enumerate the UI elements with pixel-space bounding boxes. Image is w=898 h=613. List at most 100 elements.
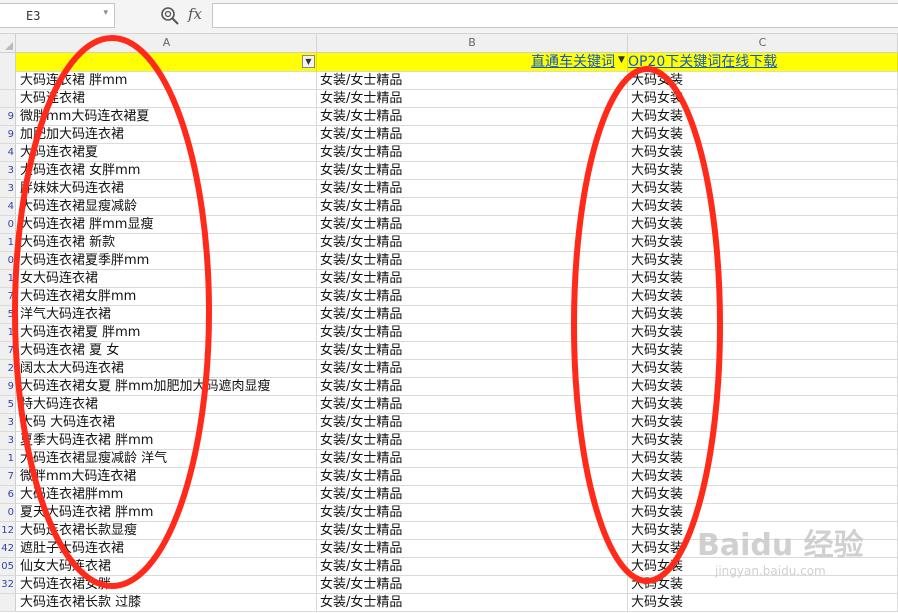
cell-category[interactable]: 女装/女士精品 xyxy=(317,198,628,215)
cell-subcategory[interactable]: 大码女装 xyxy=(628,270,898,287)
row-number[interactable] xyxy=(0,90,16,107)
row-number[interactable] xyxy=(0,53,16,72)
column-header-b[interactable]: B xyxy=(317,34,628,52)
row-number[interactable]: 7 xyxy=(0,342,16,359)
cell-subcategory[interactable]: 大码女装 xyxy=(628,540,898,557)
cell-keyword[interactable]: 大码连衣裙女夏 胖mm加肥加大码遮肉显瘦 xyxy=(17,378,317,395)
filter-dropdown-icon[interactable]: ▼ xyxy=(302,55,315,68)
cell-keyword[interactable]: 阔太太大码连衣裙 xyxy=(17,360,317,377)
cell-keyword[interactable]: 特大码连衣裙 xyxy=(17,396,317,413)
cell-subcategory[interactable]: 大码女装 xyxy=(628,72,898,89)
cell-category[interactable]: 女装/女士精品 xyxy=(317,522,628,539)
cell-subcategory[interactable]: 大码女装 xyxy=(628,378,898,395)
row-number[interactable]: 1 xyxy=(0,234,16,251)
cell-subcategory[interactable]: 大码女装 xyxy=(628,468,898,485)
row-number[interactable]: 6 xyxy=(0,486,16,503)
cell-subcategory[interactable]: 大码女装 xyxy=(628,144,898,161)
cell-category[interactable]: 女装/女士精品 xyxy=(317,72,628,89)
cell-keyword[interactable]: 大码连衣裙 xyxy=(17,90,317,107)
row-number[interactable]: 4 xyxy=(0,144,16,161)
cell-category[interactable]: 女装/女士精品 xyxy=(317,360,628,377)
cell-keyword[interactable]: 大码 大码连衣裙 xyxy=(17,414,317,431)
row-number[interactable]: 5 xyxy=(0,306,16,323)
row-number[interactable]: 3 xyxy=(0,414,16,431)
cell-keyword[interactable]: 女大码连衣裙 xyxy=(17,270,317,287)
cell-category[interactable]: 女装/女士精品 xyxy=(317,180,628,197)
row-number[interactable]: 7 xyxy=(0,468,16,485)
row-number[interactable]: 0 xyxy=(0,252,16,269)
cell-category[interactable]: 女装/女士精品 xyxy=(317,450,628,467)
cell-category[interactable]: 女装/女士精品 xyxy=(317,324,628,341)
cell-keyword[interactable]: 大码连衣裙长款显瘦 xyxy=(17,522,317,539)
cell-keyword[interactable]: 大码连衣裙女胖 xyxy=(17,576,317,593)
cell-subcategory[interactable]: 大码女装 xyxy=(628,234,898,251)
cell-subcategory[interactable]: 大码女装 xyxy=(628,558,898,575)
cell-keyword[interactable]: 大码连衣裙 胖mm显瘦 xyxy=(17,216,317,233)
cell-subcategory[interactable]: 大码女装 xyxy=(628,306,898,323)
row-number[interactable]: 9 xyxy=(0,378,16,395)
cell-keyword[interactable]: 大码连衣裙胖mm xyxy=(17,486,317,503)
row-number[interactable]: 0 xyxy=(0,504,16,521)
cell-keyword[interactable]: 大码连衣裙 夏 女 xyxy=(17,342,317,359)
zoom-icon[interactable] xyxy=(160,6,180,26)
cell-category[interactable]: 女装/女士精品 xyxy=(317,432,628,449)
cell-subcategory[interactable]: 大码女装 xyxy=(628,396,898,413)
cell-category[interactable]: 女装/女士精品 xyxy=(317,234,628,251)
cell-subcategory[interactable]: 大码女装 xyxy=(628,324,898,341)
row-number[interactable]: 32 xyxy=(0,576,16,593)
cell-subcategory[interactable]: 大码女装 xyxy=(628,252,898,269)
cell-subcategory[interactable]: 大码女装 xyxy=(628,360,898,377)
cell-subcategory[interactable]: 大码女装 xyxy=(628,126,898,143)
header-link-b[interactable]: 直通车关键词 xyxy=(531,54,615,70)
filter-dropdown-icon[interactable]: ▼ xyxy=(615,55,628,68)
row-number[interactable]: 12 xyxy=(0,522,16,539)
cell-subcategory[interactable]: 大码女装 xyxy=(628,414,898,431)
cell-subcategory[interactable]: 大码女装 xyxy=(628,432,898,449)
cell-keyword[interactable]: 加肥加大码连衣裙 xyxy=(17,126,317,143)
cell-subcategory[interactable]: 大码女装 xyxy=(628,450,898,467)
cell-keyword[interactable]: 大码连衣裙长款 过膝 xyxy=(17,594,317,611)
cell-subcategory[interactable]: 大码女装 xyxy=(628,576,898,593)
row-number[interactable]: 1 xyxy=(0,270,16,287)
cell-category[interactable]: 女装/女士精品 xyxy=(317,126,628,143)
row-number[interactable]: 7 xyxy=(0,288,16,305)
cell-keyword[interactable]: 大码连衣裙显瘦减龄 洋气 xyxy=(17,450,317,467)
header-cell-a[interactable] xyxy=(17,53,317,72)
cell-keyword[interactable]: 仙女大码连衣裙 xyxy=(17,558,317,575)
header-cell-b[interactable]: 直通车关键词 xyxy=(317,53,628,72)
column-header-a[interactable]: A xyxy=(17,34,317,52)
row-number[interactable]: 05 xyxy=(0,558,16,575)
cell-subcategory[interactable]: 大码女装 xyxy=(628,180,898,197)
cell-category[interactable]: 女装/女士精品 xyxy=(317,144,628,161)
cell-category[interactable]: 女装/女士精品 xyxy=(317,162,628,179)
formula-input[interactable] xyxy=(212,3,898,28)
cell-keyword[interactable]: 微胖mm大码连衣裙 xyxy=(17,468,317,485)
row-number[interactable]: 0 xyxy=(0,216,16,233)
cell-keyword[interactable]: 大码连衣裙 新款 xyxy=(17,234,317,251)
name-box[interactable]: E3 ▾ xyxy=(0,3,115,28)
cell-category[interactable]: 女装/女士精品 xyxy=(317,576,628,593)
cell-keyword[interactable]: 大码连衣裙显瘦减龄 xyxy=(17,198,317,215)
cell-subcategory[interactable]: 大码女装 xyxy=(628,216,898,233)
cell-category[interactable]: 女装/女士精品 xyxy=(317,414,628,431)
cell-keyword[interactable]: 大码连衣裙夏 胖mm xyxy=(17,324,317,341)
cell-subcategory[interactable]: 大码女装 xyxy=(628,288,898,305)
cell-subcategory[interactable]: 大码女装 xyxy=(628,486,898,503)
row-number[interactable]: 5 xyxy=(0,396,16,413)
cell-category[interactable]: 女装/女士精品 xyxy=(317,342,628,359)
cell-subcategory[interactable]: 大码女装 xyxy=(628,162,898,179)
cell-category[interactable]: 女装/女士精品 xyxy=(317,378,628,395)
row-number[interactable]: 2 xyxy=(0,360,16,377)
cell-subcategory[interactable]: 大码女装 xyxy=(628,198,898,215)
cell-category[interactable]: 女装/女士精品 xyxy=(317,486,628,503)
cell-category[interactable]: 女装/女士精品 xyxy=(317,504,628,521)
cell-category[interactable]: 女装/女士精品 xyxy=(317,252,628,269)
cell-category[interactable]: 女装/女士精品 xyxy=(317,396,628,413)
cell-subcategory[interactable]: 大码女装 xyxy=(628,342,898,359)
cell-keyword[interactable]: 洋气大码连衣裙 xyxy=(17,306,317,323)
cell-keyword[interactable]: 大码连衣裙夏 xyxy=(17,144,317,161)
cell-category[interactable]: 女装/女士精品 xyxy=(317,90,628,107)
header-link-c[interactable]: OP20下关键词在线下载 xyxy=(628,54,777,70)
cell-keyword[interactable]: 大码连衣裙 胖mm xyxy=(17,72,317,89)
cell-category[interactable]: 女装/女士精品 xyxy=(317,270,628,287)
